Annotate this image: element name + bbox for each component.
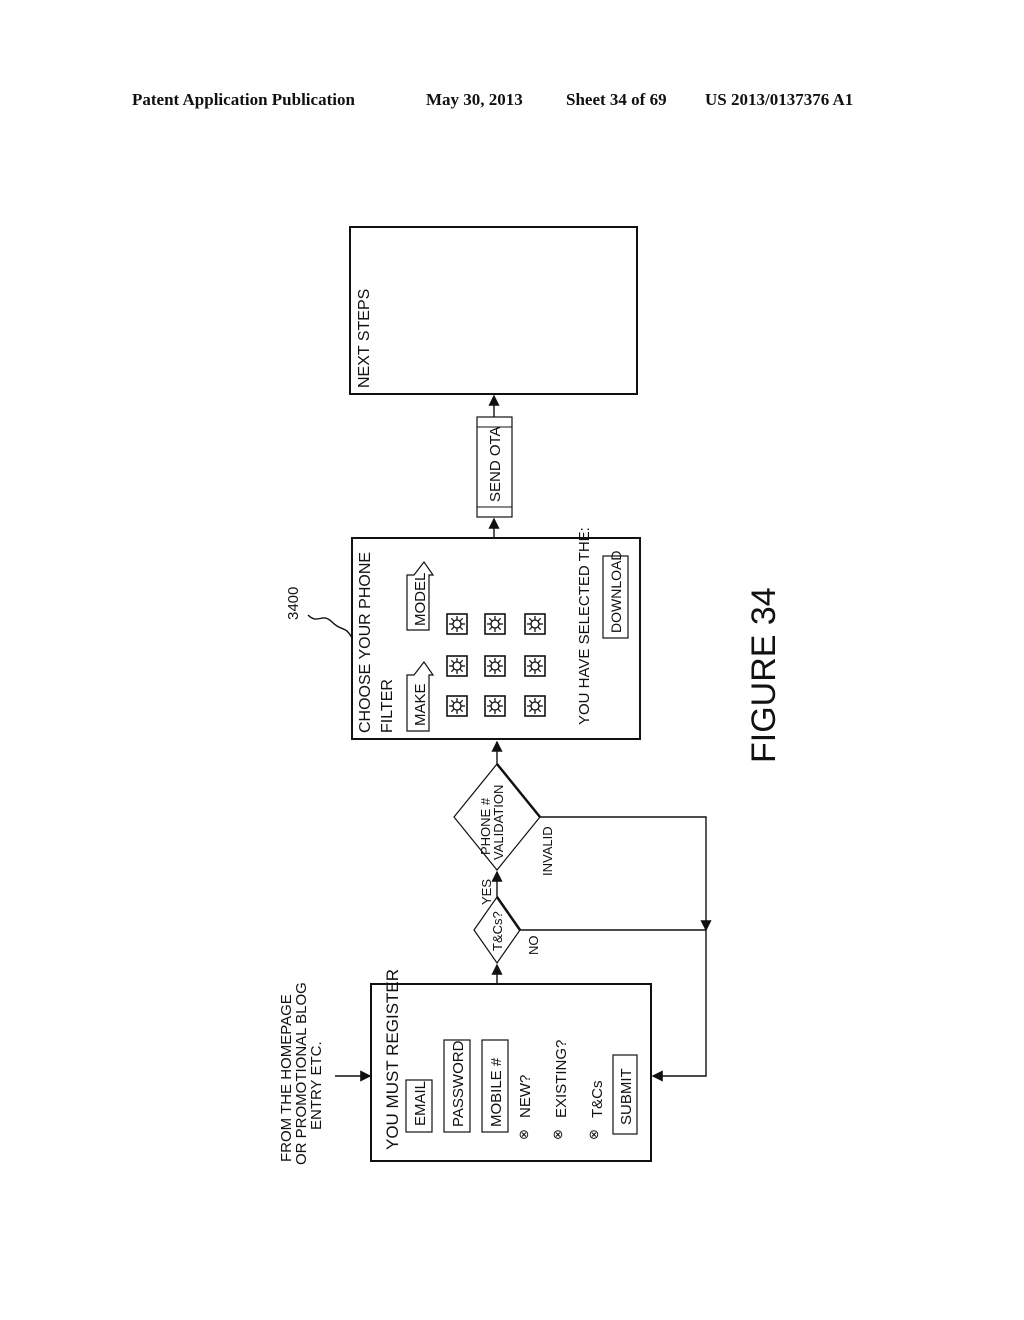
validation-invalid-label: INVALID [540, 826, 555, 876]
tcs-yes-label: YES [479, 879, 494, 905]
phone-option-5[interactable] [484, 655, 506, 677]
email-field[interactable]: EMAIL [405, 1079, 433, 1133]
reference-leader-line [307, 614, 353, 639]
submit-button-label: SUBMIT [618, 1068, 635, 1125]
figure-label: FIGURE 34 [745, 587, 783, 763]
phone-option-3[interactable] [446, 613, 468, 635]
flowchart-diagram: FROM THE HOMEPAGE OR PROMOTIONAL BLOG EN… [278, 226, 783, 1165]
tcs-no-label: NO [526, 936, 541, 956]
mobile-field-label: MOBILE # [488, 1057, 505, 1127]
invalid-return-line [540, 816, 712, 932]
choose-phone-title: CHOOSE YOUR PHONE [357, 552, 374, 733]
download-button[interactable]: DOWNLOAD [602, 551, 629, 639]
radio-existing-icon[interactable]: ⊗ [550, 1129, 565, 1140]
phone-option-1[interactable] [446, 695, 468, 717]
radio-new-icon[interactable]: ⊗ [516, 1129, 531, 1140]
send-ota-button[interactable]: SEND OTA [476, 416, 513, 518]
option-new-label: NEW? [517, 1075, 534, 1118]
phone-option-2[interactable] [446, 655, 468, 677]
phone-option-7[interactable] [524, 695, 546, 717]
radio-tcs-icon[interactable]: ⊗ [586, 1129, 601, 1140]
submit-button[interactable]: SUBMIT [612, 1054, 638, 1135]
download-button-label: DOWNLOAD [608, 551, 624, 633]
model-dropdown-label: MODEL [412, 573, 429, 626]
tcs-decision-label: T&Cs? [490, 911, 505, 951]
option-tcs-label: T&Cs [589, 1081, 606, 1119]
phone-grid [446, 613, 546, 717]
next-steps-title: NEXT STEPS [356, 289, 373, 388]
phone-option-9[interactable] [524, 613, 546, 635]
entry-note: FROM THE HOMEPAGE OR PROMOTIONAL BLOG EN… [278, 982, 325, 1165]
make-dropdown-label: MAKE [412, 683, 429, 726]
validation-label-line-2: VALIDATION [491, 785, 506, 860]
filter-label: FILTER [379, 679, 396, 733]
register-title: YOU MUST REGISTER [383, 969, 402, 1150]
mobile-field[interactable]: MOBILE # [481, 1039, 509, 1133]
phone-option-8[interactable] [524, 655, 546, 677]
next-steps-screen: NEXT STEPS [349, 226, 638, 395]
phone-option-6[interactable] [484, 613, 506, 635]
choose-phone-screen: CHOOSE YOUR PHONE FILTER MAKE MODEL YOU … [351, 527, 641, 740]
phone-validation-decision: PHONE # VALIDATION [453, 763, 541, 871]
reference-numeral: 3400 [285, 587, 302, 620]
return-to-register-arrow [651, 930, 707, 1082]
email-field-label: EMAIL [412, 1081, 429, 1126]
password-field-label: PASSWORD [450, 1040, 467, 1127]
send-ota-label: SEND OTA [487, 426, 504, 502]
password-field[interactable]: PASSWORD [443, 1039, 471, 1133]
option-existing-label: EXISTING? [553, 1040, 570, 1118]
register-screen: YOU MUST REGISTER EMAIL PASSWORD MOBILE … [370, 969, 652, 1162]
entry-note-line-3: ENTRY ETC. [308, 1041, 325, 1130]
selected-text: YOU HAVE SELECTED THE: [576, 527, 593, 725]
phone-option-4[interactable] [484, 695, 506, 717]
tcs-decision: T&Cs? [473, 895, 522, 965]
